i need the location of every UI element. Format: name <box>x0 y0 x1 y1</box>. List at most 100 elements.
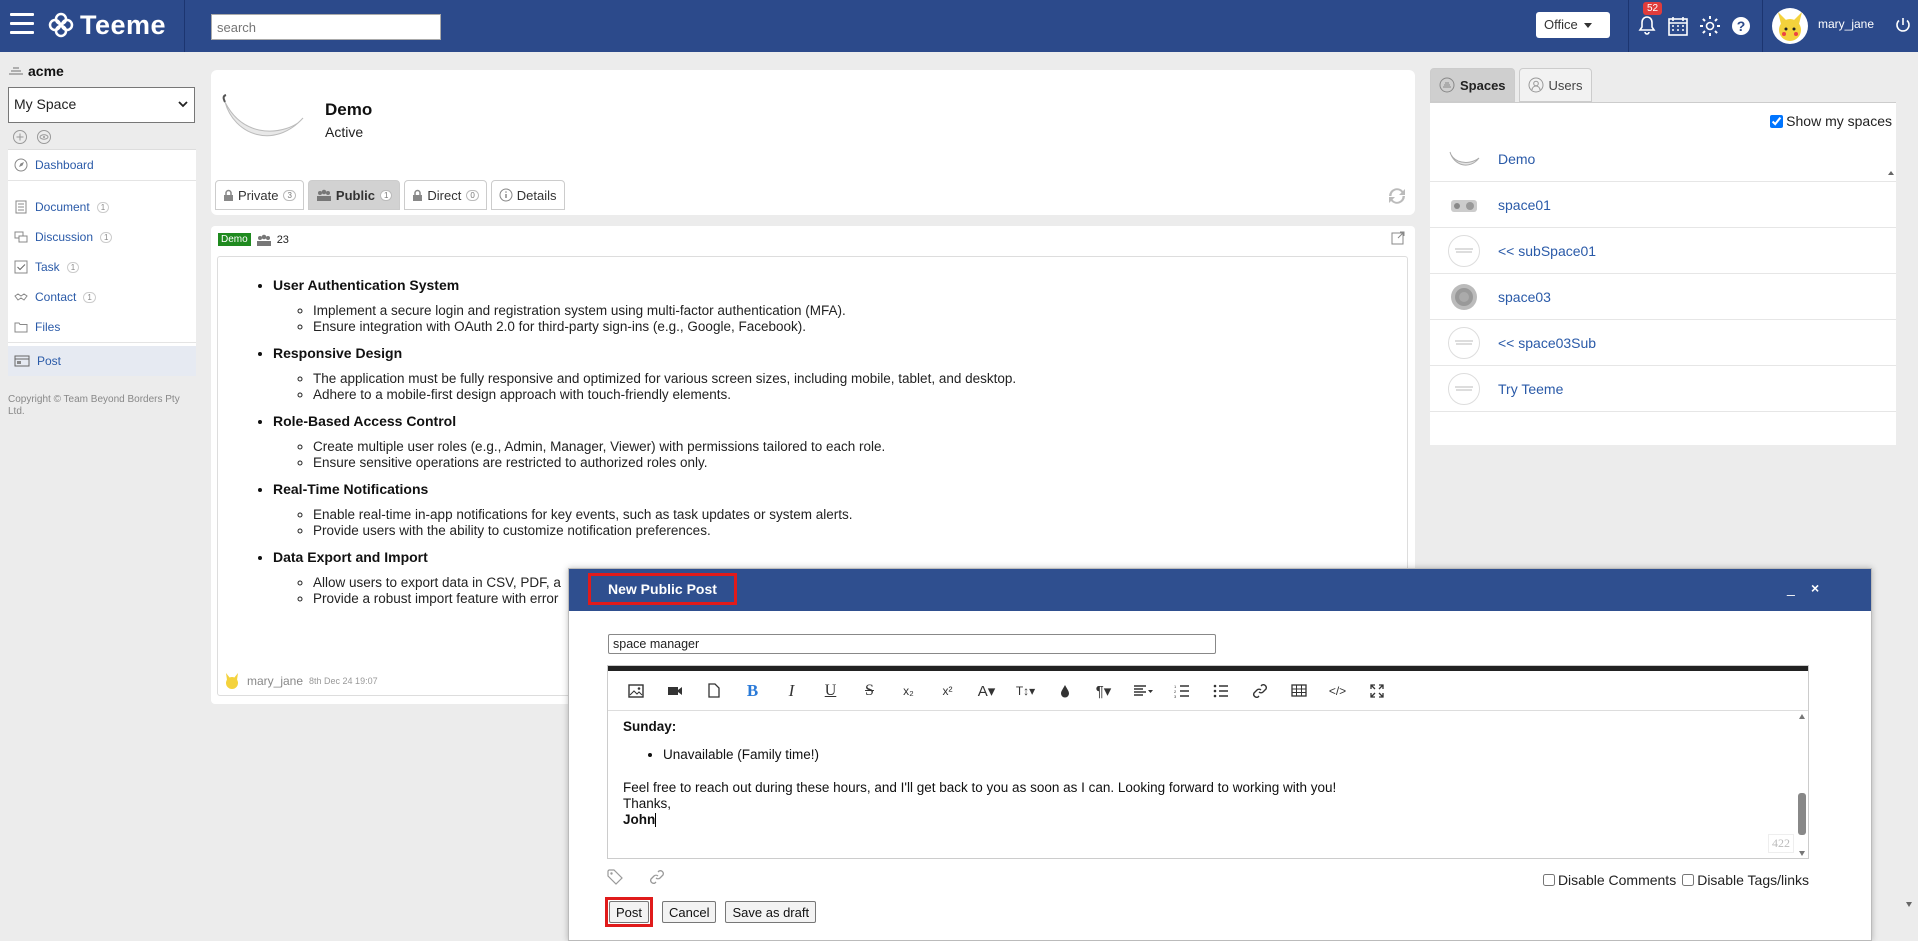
hamburger-menu-icon[interactable] <box>10 13 34 35</box>
list-item: Create multiple user roles (e.g., Admin,… <box>313 439 1407 455</box>
space-link[interactable]: Demo <box>1498 151 1535 167</box>
space-thumbnail <box>1448 372 1480 405</box>
tab-direct[interactable]: Direct 0 <box>404 180 487 210</box>
link-icon[interactable] <box>1240 671 1279 711</box>
tab-spaces[interactable]: Spaces <box>1430 68 1515 102</box>
tab-public[interactable]: Public 1 <box>307 180 401 210</box>
space-link[interactable]: space03 <box>1498 289 1551 305</box>
expand-icon[interactable] <box>1391 231 1405 245</box>
underline-button[interactable]: U <box>811 671 850 711</box>
office-dropdown[interactable]: Office <box>1536 12 1610 38</box>
eye-icon[interactable] <box>36 129 52 145</box>
file-icon[interactable] <box>694 671 733 711</box>
link-icon[interactable] <box>649 869 665 885</box>
post-date: 8th Dec 24 19:07 <box>309 676 378 686</box>
author-name[interactable]: mary_jane <box>247 674 303 688</box>
list-item[interactable]: space03 <box>1430 274 1896 320</box>
font-size-button[interactable]: T↕▾ <box>1006 671 1045 711</box>
color-drop-icon[interactable] <box>1045 671 1084 711</box>
list-item[interactable]: << space03Sub <box>1430 320 1896 366</box>
minimize-button[interactable]: _ <box>1787 580 1795 596</box>
disable-comments-checkbox[interactable] <box>1542 874 1555 886</box>
paragraph-button[interactable]: ¶▾ <box>1084 671 1123 711</box>
video-icon[interactable] <box>655 671 694 711</box>
sidebar-item-label: Post <box>37 354 62 368</box>
list-item: Implement a secure login and registratio… <box>313 303 1407 319</box>
power-icon[interactable] <box>1894 16 1912 34</box>
sidebar-item-document[interactable]: Document 1 <box>8 192 196 222</box>
character-count: 422 <box>1768 834 1794 853</box>
list-item[interactable]: space01 <box>1430 182 1896 228</box>
show-my-spaces-checkbox[interactable] <box>1770 114 1784 128</box>
space-select[interactable]: My Space <box>8 87 195 123</box>
list-item[interactable]: Try Teeme <box>1430 366 1896 412</box>
font-family-button[interactable]: A▾ <box>967 671 1006 711</box>
space-link[interactable]: << space03Sub <box>1498 335 1596 351</box>
space-link[interactable]: << subSpace01 <box>1498 243 1596 259</box>
image-icon[interactable] <box>616 671 655 711</box>
italic-button[interactable]: I <box>772 671 811 711</box>
table-icon[interactable] <box>1279 671 1318 711</box>
calendar-icon[interactable] <box>1666 14 1690 38</box>
fullscreen-icon[interactable] <box>1357 671 1396 711</box>
space-thumbnail <box>1448 234 1480 267</box>
close-button[interactable]: × <box>1811 580 1819 596</box>
align-button[interactable] <box>1123 671 1162 711</box>
editor-content[interactable]: Sunday: Unavailable (Family time!) Feel … <box>608 711 1808 859</box>
refresh-icon[interactable] <box>1385 184 1409 208</box>
space-tag[interactable]: Demo <box>218 233 251 246</box>
tag-icon[interactable] <box>607 869 623 885</box>
tab-users[interactable]: Users <box>1518 68 1592 102</box>
group-icon <box>316 189 331 201</box>
page-scrollbar[interactable] <box>1902 130 1916 910</box>
avatar[interactable] <box>1772 8 1808 44</box>
sidebar-item-label: Contact <box>35 290 77 304</box>
list-item: The application must be fully responsive… <box>313 371 1407 387</box>
post-icon <box>14 355 30 367</box>
sidebar-item-post[interactable]: Post <box>8 346 196 376</box>
cancel-button[interactable]: Cancel <box>662 901 717 923</box>
app-logo[interactable]: Teeme <box>48 10 166 40</box>
superscript-button[interactable]: x² <box>928 671 967 711</box>
strikethrough-button[interactable]: S <box>850 671 889 711</box>
editor-toolbar: B I U S x₂ x² A▾ T↕▾ ¶▾ 123 </> <box>608 671 1808 711</box>
tab-details[interactable]: Details <box>490 180 565 210</box>
subscript-button[interactable]: x₂ <box>889 671 928 711</box>
post-button[interactable]: Post <box>609 901 650 923</box>
disable-comments-option[interactable]: Disable Comments <box>1542 872 1676 888</box>
sidebar-item-contact[interactable]: Contact 1 <box>8 282 196 312</box>
username-label[interactable]: mary_jane <box>1818 17 1874 31</box>
gear-icon[interactable] <box>1698 14 1722 38</box>
disable-tags-checkbox[interactable] <box>1682 874 1695 886</box>
space-title: Demo <box>325 100 373 119</box>
editor-scrollbar[interactable] <box>1796 711 1808 859</box>
space-link[interactable]: space01 <box>1498 197 1551 213</box>
ordered-list-icon[interactable]: 123 <box>1162 671 1201 711</box>
sidebar-item-task[interactable]: Task 1 <box>8 252 196 282</box>
scroll-up-icon[interactable] <box>1886 168 1896 178</box>
sidebar-item-discussion[interactable]: Discussion 1 <box>8 222 196 252</box>
list-item[interactable]: << subSpace01 <box>1430 228 1896 274</box>
bold-button[interactable]: B <box>733 671 772 711</box>
user-icon <box>1528 77 1544 93</box>
section-title: Responsive Design <box>273 345 403 361</box>
list-item[interactable]: Demo <box>1430 136 1896 182</box>
count-badge: 1 <box>96 201 110 213</box>
space-link[interactable]: Try Teeme <box>1498 381 1563 397</box>
code-view-icon[interactable]: </> <box>1318 671 1357 711</box>
sidebar-item-files[interactable]: Files <box>8 312 196 342</box>
space-list: Demo space01 << subSpace01 space03 << sp… <box>1430 136 1896 412</box>
bell-icon[interactable] <box>1635 14 1659 38</box>
add-circle-icon[interactable] <box>12 129 28 145</box>
save-draft-button[interactable]: Save as draft <box>725 901 817 923</box>
space-header-card: Demo Active Private 3 Public 1 Direct 0 … <box>211 70 1415 215</box>
sidebar-item-dashboard[interactable]: Dashboard <box>8 150 196 180</box>
tab-private[interactable]: Private 3 <box>215 180 304 210</box>
show-my-spaces[interactable]: Show my spaces <box>1770 113 1892 129</box>
recipient-field[interactable]: space manager <box>608 634 1216 654</box>
unordered-list-icon[interactable] <box>1201 671 1240 711</box>
help-icon[interactable]: ? <box>1729 14 1753 38</box>
disable-tags-option[interactable]: Disable Tags/links <box>1682 872 1809 888</box>
section-title: Role-Based Access Control <box>273 413 457 429</box>
search-input[interactable] <box>211 14 441 40</box>
